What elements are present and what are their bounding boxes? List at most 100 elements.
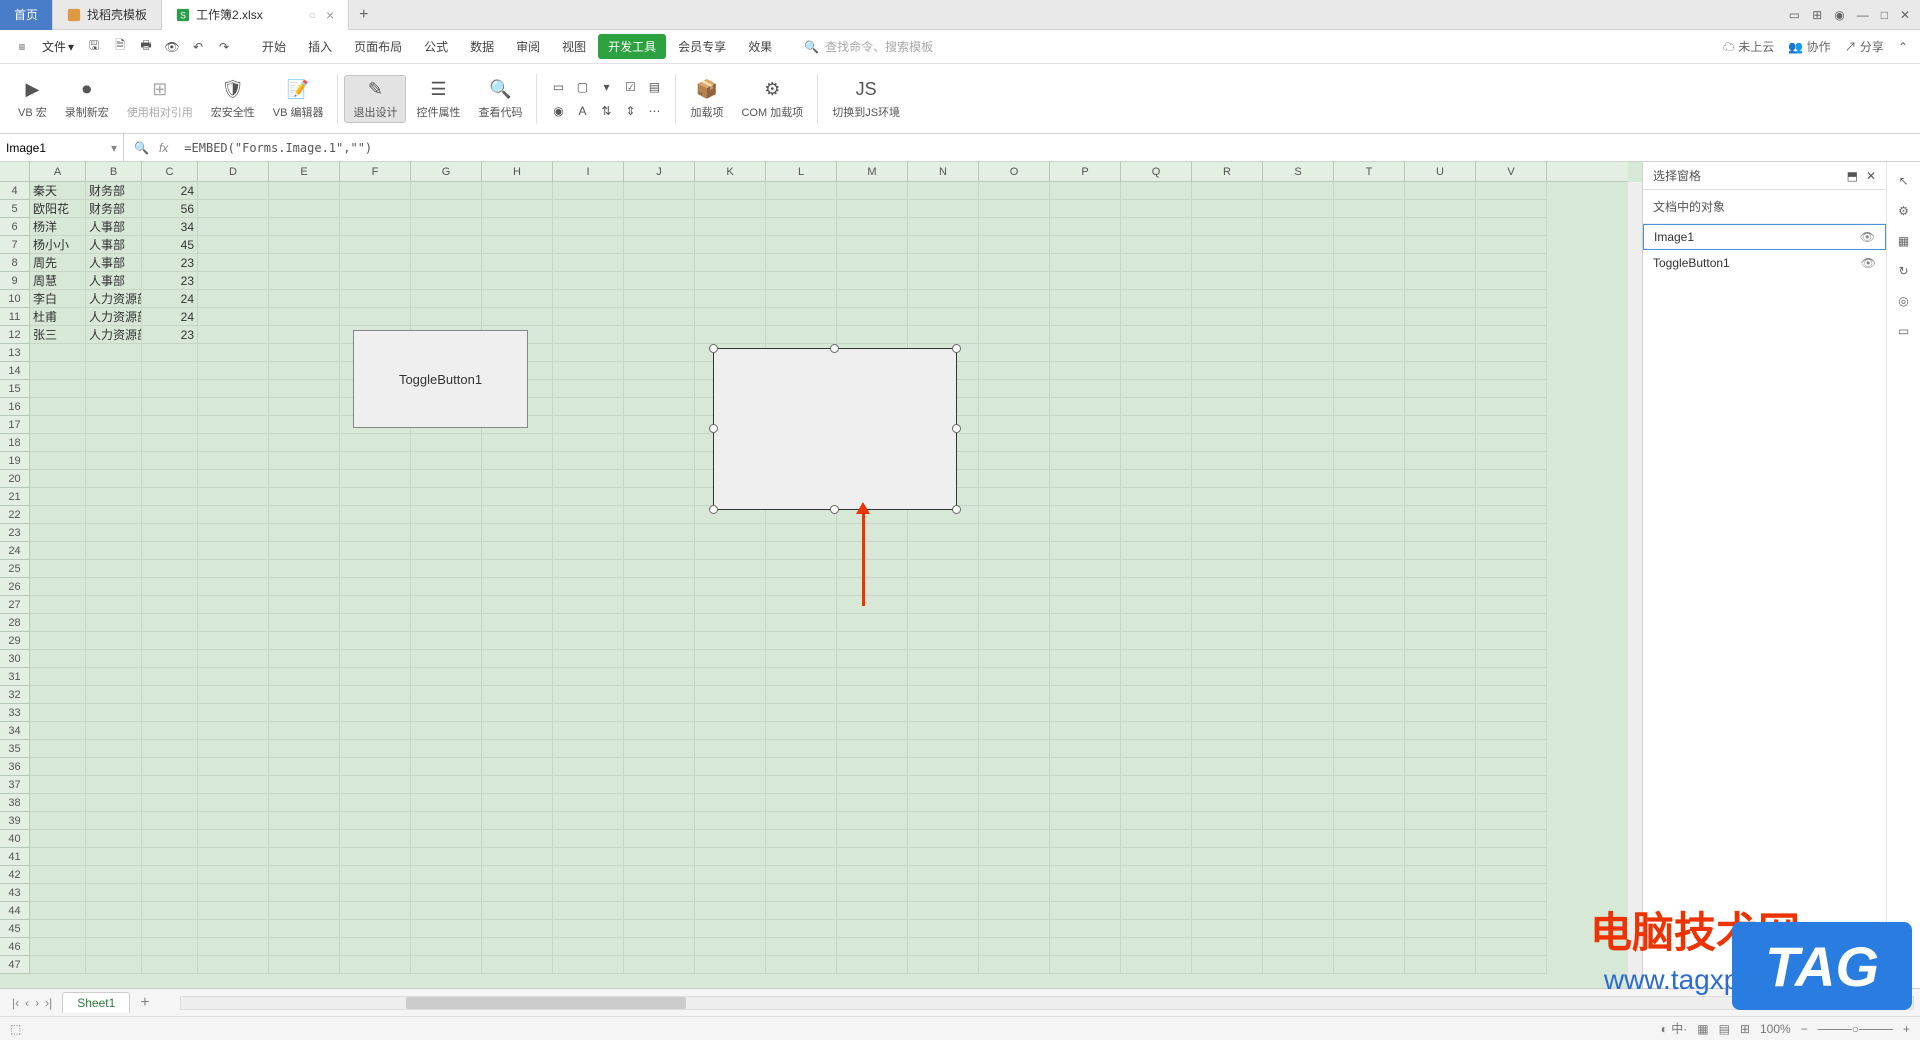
cell[interactable] xyxy=(1050,524,1121,542)
object-item-togglebutton1[interactable]: ToggleButton1 👁 xyxy=(1643,250,1886,276)
cell[interactable] xyxy=(553,884,624,902)
cell[interactable] xyxy=(766,632,837,650)
cell[interactable] xyxy=(198,758,269,776)
cell[interactable] xyxy=(624,290,695,308)
row-header[interactable]: 28 xyxy=(0,614,30,632)
cell[interactable] xyxy=(837,290,908,308)
cell[interactable] xyxy=(1192,290,1263,308)
cell[interactable] xyxy=(624,956,695,974)
cell[interactable] xyxy=(979,794,1050,812)
cell[interactable] xyxy=(1192,632,1263,650)
cell[interactable] xyxy=(979,236,1050,254)
cell[interactable] xyxy=(1476,722,1547,740)
ctrl-check-icon[interactable]: ☑ xyxy=(619,76,641,98)
tab-workbook[interactable]: S 工作簿2.xlsx ○ × xyxy=(162,0,349,30)
ctrl-label-icon[interactable]: A xyxy=(571,100,593,122)
cell[interactable] xyxy=(979,200,1050,218)
cell[interactable] xyxy=(979,920,1050,938)
cell[interactable] xyxy=(1405,308,1476,326)
fx-icon[interactable]: fx xyxy=(159,141,168,155)
cell[interactable] xyxy=(553,758,624,776)
cell[interactable] xyxy=(411,830,482,848)
cell[interactable] xyxy=(1121,668,1192,686)
cell[interactable] xyxy=(624,614,695,632)
cell[interactable] xyxy=(1334,488,1405,506)
cell[interactable] xyxy=(1476,740,1547,758)
cell[interactable] xyxy=(624,902,695,920)
cell[interactable]: 人力资源部 xyxy=(86,308,142,326)
cell[interactable] xyxy=(340,812,411,830)
cell[interactable] xyxy=(1192,722,1263,740)
ctrl-button-icon[interactable]: ▭ xyxy=(547,76,569,98)
cell[interactable] xyxy=(1476,686,1547,704)
cell[interactable]: 23 xyxy=(142,254,198,272)
cell[interactable] xyxy=(340,182,411,200)
cell[interactable] xyxy=(142,398,198,416)
ribbon-addins[interactable]: 📦加载项 xyxy=(682,76,731,122)
cell[interactable] xyxy=(482,938,553,956)
location-icon[interactable]: ◎ xyxy=(1898,294,1908,308)
cell[interactable] xyxy=(198,722,269,740)
cell[interactable] xyxy=(1192,344,1263,362)
ribbon-security[interactable]: 🛡宏安全性 xyxy=(203,76,263,122)
cell[interactable] xyxy=(1050,794,1121,812)
note-icon[interactable]: ▭ xyxy=(1898,324,1909,338)
cell[interactable] xyxy=(624,596,695,614)
cell[interactable] xyxy=(553,308,624,326)
cell[interactable] xyxy=(553,956,624,974)
cell[interactable] xyxy=(1121,290,1192,308)
cell[interactable] xyxy=(1476,488,1547,506)
cell[interactable]: 财务部 xyxy=(86,182,142,200)
cell[interactable] xyxy=(30,758,86,776)
vertical-scrollbar[interactable] xyxy=(1628,182,1642,988)
cell[interactable] xyxy=(1263,650,1334,668)
cell[interactable] xyxy=(198,326,269,344)
cell[interactable] xyxy=(30,938,86,956)
cell[interactable] xyxy=(340,632,411,650)
cell[interactable] xyxy=(1192,272,1263,290)
cell[interactable] xyxy=(86,704,142,722)
row-header[interactable]: 24 xyxy=(0,542,30,560)
cell[interactable] xyxy=(198,902,269,920)
cell[interactable] xyxy=(979,470,1050,488)
cell[interactable] xyxy=(1476,272,1547,290)
cell[interactable] xyxy=(30,812,86,830)
cell[interactable] xyxy=(1192,776,1263,794)
cell[interactable] xyxy=(482,254,553,272)
cell[interactable] xyxy=(30,794,86,812)
cell[interactable] xyxy=(1405,704,1476,722)
column-header[interactable]: C xyxy=(142,162,198,181)
cell[interactable] xyxy=(1192,452,1263,470)
cell[interactable] xyxy=(837,542,908,560)
cell[interactable] xyxy=(411,506,482,524)
cell[interactable] xyxy=(766,578,837,596)
cell[interactable] xyxy=(198,254,269,272)
cell[interactable] xyxy=(1192,794,1263,812)
cell[interactable] xyxy=(1476,218,1547,236)
cell[interactable] xyxy=(1121,848,1192,866)
cell[interactable] xyxy=(624,812,695,830)
cell[interactable] xyxy=(1192,866,1263,884)
cell[interactable] xyxy=(695,308,766,326)
cell[interactable] xyxy=(482,560,553,578)
cell[interactable] xyxy=(1476,326,1547,344)
cell[interactable] xyxy=(624,200,695,218)
cell[interactable] xyxy=(1192,182,1263,200)
cell[interactable] xyxy=(908,866,979,884)
print-preview-icon[interactable]: 👁 xyxy=(162,37,182,57)
cell[interactable] xyxy=(766,830,837,848)
cell[interactable] xyxy=(86,848,142,866)
cell[interactable] xyxy=(837,812,908,830)
cloud-status[interactable]: ☁ 未上云 xyxy=(1723,38,1774,55)
cell[interactable] xyxy=(482,848,553,866)
cell[interactable] xyxy=(269,884,340,902)
cell[interactable] xyxy=(1192,758,1263,776)
cell[interactable] xyxy=(30,668,86,686)
cell[interactable] xyxy=(86,758,142,776)
cell[interactable] xyxy=(1476,668,1547,686)
image-control-shape[interactable] xyxy=(713,348,957,510)
cell[interactable] xyxy=(86,434,142,452)
command-search[interactable]: 🔍 查找命令、搜索模板 xyxy=(804,38,933,55)
cell[interactable] xyxy=(1121,560,1192,578)
row-header[interactable]: 17 xyxy=(0,416,30,434)
